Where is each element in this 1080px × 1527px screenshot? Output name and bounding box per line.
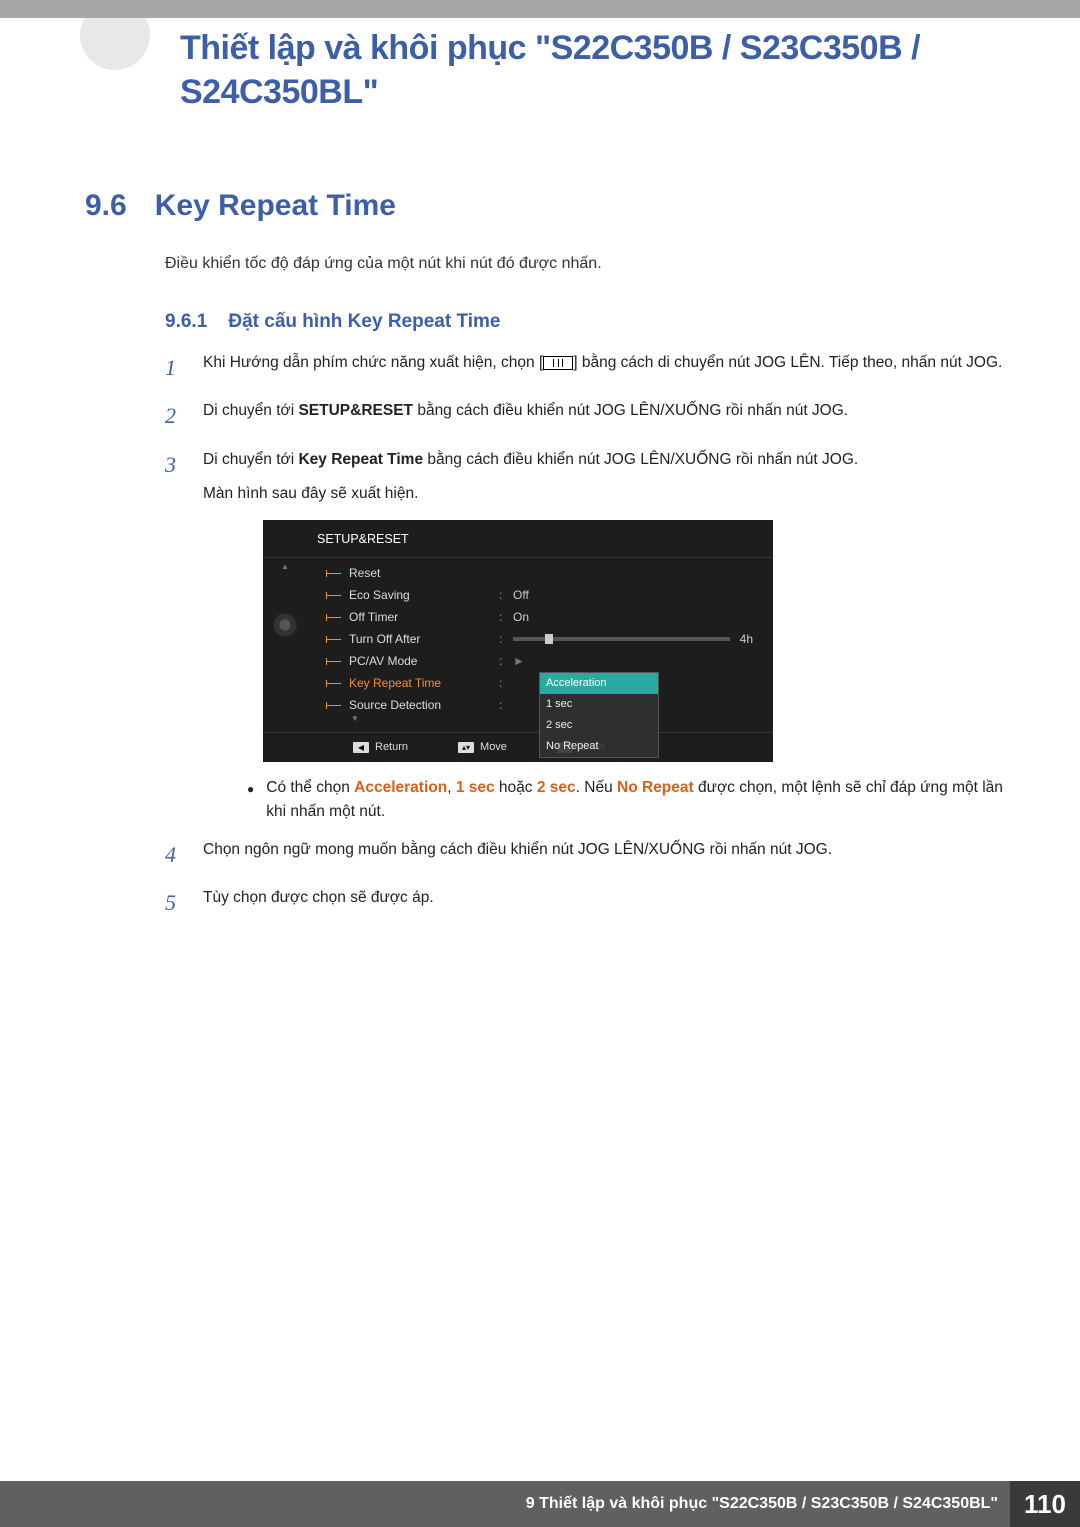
step-4: 4 Chọn ngôn ngữ mong muốn bằng cách điều… xyxy=(165,838,1010,872)
section-title: Key Repeat Time xyxy=(155,189,396,223)
section-number: 9.6 xyxy=(85,189,127,223)
slider-track xyxy=(513,637,730,641)
step-1: 1 Khi Hướng dẫn phím chức năng xuất hiện… xyxy=(165,351,1010,385)
step-3: 3 Di chuyển tới Key Repeat Time bằng các… xyxy=(165,448,1010,824)
bullet-note: ● Có thể chọn Acceleration, 1 sec hoặc 2… xyxy=(247,776,1010,824)
subsection-number: 9.6.1 xyxy=(165,311,207,332)
move-icon: ▴▾ xyxy=(458,742,474,753)
page-number: 110 xyxy=(1010,1481,1080,1527)
dropdown-option: 2 sec xyxy=(540,715,658,736)
top-bar xyxy=(0,0,1080,18)
step-note: Màn hình sau đây sẽ xuất hiện. xyxy=(203,482,1010,506)
footer-bar: 9 Thiết lập và khôi phục "S22C350B / S23… xyxy=(0,1481,1080,1527)
step-number: 3 xyxy=(165,448,185,824)
step-number: 1 xyxy=(165,351,185,385)
dropdown-option: No Repeat xyxy=(540,736,658,757)
chapter-circle-icon xyxy=(80,0,150,70)
gear-icon xyxy=(272,612,298,638)
osd-row-pcav: PC/AV Mode : ► xyxy=(307,650,773,672)
osd-row-reset: Reset xyxy=(307,562,773,584)
step-body: Tùy chọn được chọn sẽ được áp. xyxy=(203,886,1010,920)
step-body: Khi Hướng dẫn phím chức năng xuất hiện, … xyxy=(203,351,1010,385)
page-title: Thiết lập và khôi phục "S22C350B / S23C3… xyxy=(180,26,1010,114)
bullet-icon: ● xyxy=(247,780,254,824)
osd-row-turnoffafter: Turn Off After : 4h xyxy=(307,628,773,650)
return-icon: ◀ xyxy=(353,742,369,753)
dropdown-option: Acceleration xyxy=(540,673,658,694)
osd-row-source: Source Detection : xyxy=(307,694,773,716)
osd-screenshot: SETUP&RESET ▲ Reset xyxy=(263,520,773,762)
osd-footer: ◀Return ▴▾Move ↵Enter xyxy=(263,732,773,756)
step-number: 4 xyxy=(165,838,185,872)
osd-row-keyrepeat: Key Repeat Time : Acceleration 1 sec 2 s… xyxy=(307,672,773,694)
subsection-heading: 9.6.1 Đặt cấu hình Key Repeat Time xyxy=(165,311,1010,333)
step-body: Chọn ngôn ngữ mong muốn bằng cách điều k… xyxy=(203,838,1010,872)
osd-row-eco: Eco Saving : Off xyxy=(307,584,773,606)
subsection-title: Đặt cấu hình Key Repeat Time xyxy=(228,311,500,332)
section-intro: Điều khiển tốc độ đáp ứng của một nút kh… xyxy=(165,255,1010,273)
step-number: 2 xyxy=(165,399,185,433)
scroll-up-icon: ▲ xyxy=(281,564,289,570)
menu-icon xyxy=(543,356,573,370)
osd-row-offtimer: Off Timer : On xyxy=(307,606,773,628)
osd-menu: Reset Eco Saving : Off Off Timer xyxy=(307,558,773,726)
step-5: 5 Tùy chọn được chọn sẽ được áp. xyxy=(165,886,1010,920)
step-body: Di chuyển tới Key Repeat Time bằng cách … xyxy=(203,448,1010,824)
footer-text: 9 Thiết lập và khôi phục "S22C350B / S23… xyxy=(526,1495,1010,1513)
step-body: Di chuyển tới SETUP&RESET bằng cách điều… xyxy=(203,399,1010,433)
osd-title: SETUP&RESET xyxy=(263,528,773,558)
step-number: 5 xyxy=(165,886,185,920)
step-2: 2 Di chuyển tới SETUP&RESET bằng cách đi… xyxy=(165,399,1010,433)
